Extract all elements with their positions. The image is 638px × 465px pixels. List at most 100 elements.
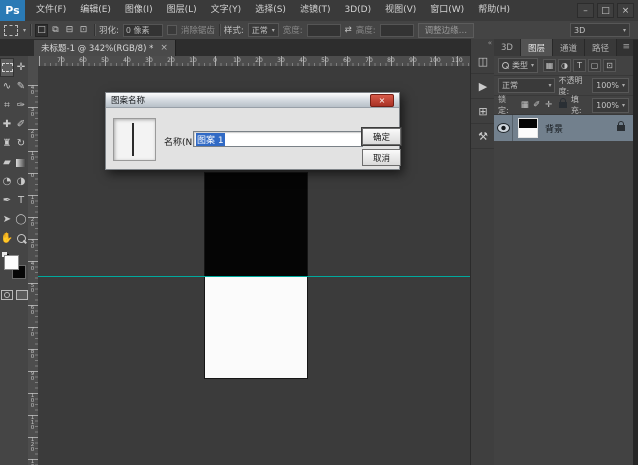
workspace-switcher[interactable]: 3D ▾: [570, 23, 630, 37]
menu-item[interactable]: 图层(L): [160, 0, 204, 21]
history-brush-tool-icon: ↻: [17, 138, 25, 149]
lock-transparency-icon[interactable]: ▦: [519, 99, 530, 111]
ruler-number: 70: [29, 327, 35, 337]
collapsed-properties-panel-icon[interactable]: ◫: [471, 49, 495, 74]
divider: [94, 24, 95, 36]
document-tab-bar: 未标题-1 @ 342%(RGB/8) * ×: [0, 40, 470, 56]
eraser-tool[interactable]: ▰: [0, 153, 14, 172]
quick-selection-tool[interactable]: ✎: [14, 77, 28, 96]
rectangular-marquee-tool[interactable]: [0, 58, 14, 77]
menu-item[interactable]: 文字(Y): [204, 0, 249, 21]
menu-item[interactable]: 3D(D): [337, 0, 378, 21]
maximize-button[interactable]: □: [597, 3, 614, 18]
width-label: 宽度:: [283, 24, 303, 36]
menu-item[interactable]: 帮助(H): [471, 0, 517, 21]
clone-stamp-tool[interactable]: ♜: [0, 134, 14, 153]
new-selection-icon[interactable]: □: [35, 24, 48, 37]
pattern-name-input[interactable]: 图案 1: [193, 131, 363, 147]
healing-brush-tool[interactable]: ✚: [0, 115, 14, 134]
fill-select[interactable]: 100% ▾: [592, 98, 629, 113]
lock-pixels-icon[interactable]: ✐: [531, 99, 542, 111]
pen-tool[interactable]: ✒: [0, 191, 14, 210]
filter-type-select[interactable]: 类型 ▾: [498, 58, 538, 73]
gradient-tool[interactable]: [14, 153, 28, 172]
menu-item[interactable]: 滤镜(T): [293, 0, 338, 21]
ok-button[interactable]: 确定: [362, 128, 401, 145]
document-tab[interactable]: 未标题-1 @ 342%(RGB/8) * ×: [34, 40, 176, 56]
ellipse-tool[interactable]: ◯: [14, 210, 28, 229]
filter-pixel-layers-icon[interactable]: ▦: [543, 59, 556, 72]
layer-visibility-toggle[interactable]: [494, 115, 513, 141]
panel-menu-icon[interactable]: ≡: [622, 42, 630, 52]
lasso-tool[interactable]: ∿: [0, 77, 14, 96]
menu-item[interactable]: 图像(I): [118, 0, 160, 21]
blend-mode-select[interactable]: 正常 ▾: [498, 78, 555, 93]
refine-edge-button[interactable]: 调整边缘…: [418, 23, 475, 38]
dialog-title-bar[interactable]: 图案名称 ×: [106, 93, 399, 108]
menu-item[interactable]: 窗口(W): [423, 0, 471, 21]
intersect-selection-icon[interactable]: ⊡: [77, 24, 90, 37]
tool-preset-dropdown-icon[interactable]: ▾: [23, 27, 26, 34]
ruler-number: 20: [252, 57, 266, 64]
lock-position-icon[interactable]: ✛: [543, 99, 554, 111]
feather-input[interactable]: 0 像素: [123, 24, 163, 37]
filter-shape-layers-icon[interactable]: ▢: [588, 59, 601, 72]
layers-panel: 3D图层通道路径≡ 类型 ▾ ▦◑T▢⊡ 正常 ▾ 不透明度: 100% ▾ 锁…: [494, 39, 633, 465]
history-brush-tool[interactable]: ↻: [14, 134, 28, 153]
height-input[interactable]: [380, 24, 414, 37]
hand-tool-icon: ✋: [1, 233, 13, 244]
lock-all-icon[interactable]: [557, 99, 568, 111]
style-select[interactable]: 正常 ▾: [248, 23, 279, 37]
foreground-color-swatch[interactable]: [4, 255, 19, 270]
zoom-tool[interactable]: [14, 229, 28, 248]
minimize-button[interactable]: –: [577, 3, 594, 18]
ruler-number: 0: [29, 173, 35, 178]
filter-smart-objects-icon[interactable]: ⊡: [603, 59, 616, 72]
dialog-close-button[interactable]: ×: [370, 94, 394, 107]
cancel-button[interactable]: 取消: [362, 149, 401, 166]
blur-tool[interactable]: ◔: [0, 172, 14, 191]
antialias-checkbox[interactable]: [167, 25, 177, 35]
eyedropper-tool[interactable]: ✑: [14, 96, 28, 115]
crop-tool[interactable]: ⌗: [0, 96, 14, 115]
menu-item[interactable]: 文件(F): [29, 0, 73, 21]
add-to-selection-icon[interactable]: ⧉: [49, 24, 62, 37]
collapsed-tool-presets-panel-icon[interactable]: ⚒: [471, 124, 495, 149]
brush-tool[interactable]: ✐: [14, 115, 28, 134]
move-tool[interactable]: ✛: [14, 58, 28, 77]
collapsed-actions-panel-icon[interactable]: ▶: [471, 74, 495, 99]
path-selection-tool[interactable]: ➤: [0, 210, 14, 229]
panel-tab-通道[interactable]: 通道: [553, 39, 585, 56]
panel-tab-3D[interactable]: 3D: [494, 39, 521, 56]
panel-tabs: 3D图层通道路径 ≡: [494, 39, 633, 56]
hand-tool[interactable]: ✋: [0, 229, 14, 248]
lock-label: 锁定:: [498, 94, 516, 116]
close-button[interactable]: ×: [617, 3, 634, 18]
dodge-tool[interactable]: ◑: [14, 172, 28, 191]
type-tool[interactable]: T: [14, 191, 28, 210]
opacity-select[interactable]: 100% ▾: [592, 78, 629, 93]
quick-selection-tool-icon: ✎: [17, 81, 25, 92]
tool-preset-icon[interactable]: [4, 25, 18, 36]
brush-tool-icon: ✐: [17, 119, 25, 130]
expand-panels-icon[interactable]: «: [471, 39, 495, 49]
tab-close-icon[interactable]: ×: [160, 43, 168, 53]
menu-item[interactable]: 选择(S): [248, 0, 293, 21]
filter-type-layers-icon[interactable]: T: [573, 59, 586, 72]
menu-item[interactable]: 视图(V): [378, 0, 423, 21]
filter-adjustment-layers-icon[interactable]: ◑: [558, 59, 571, 72]
collapsed-histogram-panel-icon[interactable]: ⊞: [471, 99, 495, 124]
fill-label: 填充:: [571, 94, 589, 116]
subtract-from-selection-icon[interactable]: ⊟: [63, 24, 76, 37]
layer-thumbnail[interactable]: [518, 118, 538, 138]
swap-dimensions-icon[interactable]: ⇄: [345, 25, 352, 35]
guide-line[interactable]: [38, 276, 470, 277]
width-input[interactable]: [307, 24, 341, 37]
menu-item[interactable]: 编辑(E): [73, 0, 118, 21]
layer-row-background[interactable]: 背景: [494, 115, 633, 141]
panel-tab-图层[interactable]: 图层: [521, 39, 553, 56]
quick-mask-icon[interactable]: [1, 290, 13, 300]
chevron-down-icon: ▾: [622, 102, 625, 109]
screen-mode-icon[interactable]: [16, 290, 28, 300]
panel-tab-路径[interactable]: 路径: [585, 39, 617, 56]
